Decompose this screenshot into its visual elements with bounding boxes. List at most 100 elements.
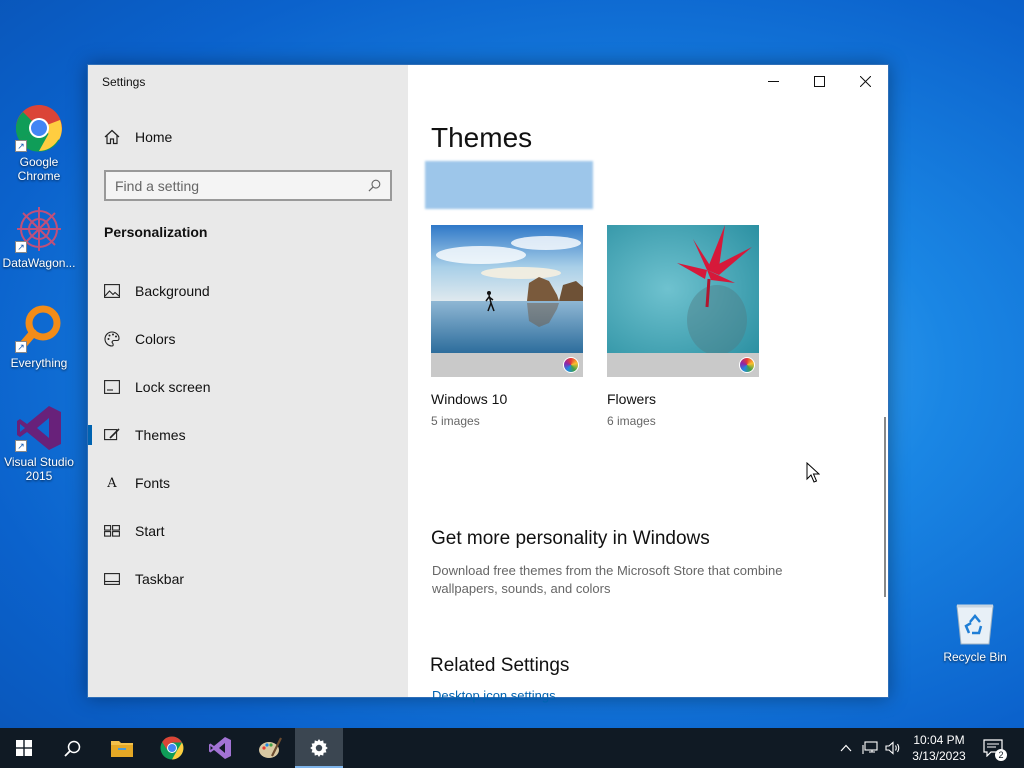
more-personality-heading: Get more personality in Windows xyxy=(431,528,710,549)
theme-card-windows-10[interactable]: Windows 10 5 images xyxy=(431,225,583,428)
settings-window: Settings Home Find a setting Personaliza… xyxy=(87,64,889,703)
action-center-button[interactable]: 2 xyxy=(982,738,1007,761)
sidebar-item-start[interactable]: Start xyxy=(88,509,408,553)
desktop-icon-label: Everything xyxy=(10,356,68,370)
sidebar-item-lock-screen[interactable]: Lock screen xyxy=(88,365,408,409)
network-tray-button[interactable] xyxy=(860,738,880,758)
palette-icon xyxy=(104,331,120,347)
taskbar-visual-studio[interactable] xyxy=(196,728,244,768)
font-icon: A xyxy=(107,475,117,491)
sidebar-item-background[interactable]: Background xyxy=(88,269,408,313)
shortcut-arrow-icon: ↗ xyxy=(15,440,27,452)
settings-gear-icon xyxy=(310,739,328,757)
start-icon xyxy=(16,740,32,756)
visual-studio-icon: ↗ xyxy=(15,404,63,452)
find-setting-search[interactable]: Find a setting xyxy=(104,170,392,201)
clock-date: 3/13/2023 xyxy=(912,749,966,763)
picture-icon xyxy=(104,283,120,299)
desktop-icon-label: Google xyxy=(19,155,59,169)
color-wheel-icon xyxy=(563,357,579,373)
color-wheel-icon xyxy=(739,357,755,373)
start-grid-icon xyxy=(104,523,120,539)
desktop-icon-chrome[interactable]: ↗ Google Chrome xyxy=(0,104,78,183)
sidebar-home-label: Home xyxy=(135,129,173,145)
desktop-icon-label: DataWagon... xyxy=(2,256,76,270)
theme-card-flowers[interactable]: Flowers 6 images xyxy=(607,225,759,428)
desktop-icon-everything[interactable]: ↗ Everything xyxy=(0,305,78,370)
settings-content: Themes Windows 10 5 images Flowers 6 ima… xyxy=(408,65,888,703)
content-scrollbar[interactable] xyxy=(884,417,886,597)
taskbar-search-button[interactable] xyxy=(48,728,96,768)
sidebar-item-label: Taskbar xyxy=(135,571,185,587)
lock-screen-icon xyxy=(104,379,120,395)
settings-sidebar: Settings Home Find a setting Personaliza… xyxy=(88,65,408,697)
chrome-icon xyxy=(160,736,184,760)
sidebar-item-label: Fonts xyxy=(135,475,171,491)
desktop-icon-label: Chrome xyxy=(17,169,61,183)
sidebar-item-label: Themes xyxy=(135,427,186,443)
search-input[interactable]: Find a setting xyxy=(115,178,368,194)
desktop-icon-label: 2015 xyxy=(25,469,53,483)
themes-brush-icon xyxy=(104,427,120,443)
recycle-bin-label: Recycle Bin xyxy=(943,650,1007,664)
theme-image-count: 5 images xyxy=(431,414,480,428)
file-explorer-icon xyxy=(111,741,133,757)
taskbar-icon xyxy=(104,571,120,587)
clock-time: 10:04 PM xyxy=(913,733,965,747)
sidebar-item-colors[interactable]: Colors xyxy=(88,317,408,361)
close-icon xyxy=(859,75,871,87)
maximize-icon xyxy=(813,75,825,87)
desktop-icon-visual-studio[interactable]: ↗ Visual Studio 2015 xyxy=(0,404,78,483)
search-icon xyxy=(63,740,80,757)
sidebar-item-label: Background xyxy=(135,283,210,299)
close-button[interactable] xyxy=(842,65,888,97)
taskbar-chrome[interactable] xyxy=(148,728,196,768)
sidebar-item-themes[interactable]: Themes xyxy=(88,413,408,457)
taskbar-settings[interactable] xyxy=(295,728,343,768)
paint-icon xyxy=(259,737,282,758)
page-title: Themes xyxy=(431,122,533,153)
taskbar-file-explorer[interactable] xyxy=(98,728,146,768)
sidebar-item-label: Start xyxy=(135,523,165,539)
sidebar-item-label: Colors xyxy=(135,331,176,347)
desktop-icon-settings-link[interactable]: Desktop icon settings xyxy=(432,688,556,703)
sidebar-item-taskbar[interactable]: Taskbar xyxy=(88,557,408,601)
start-button[interactable] xyxy=(0,728,48,768)
selected-theme-preview[interactable] xyxy=(425,161,593,209)
taskbar-paint[interactable] xyxy=(246,728,294,768)
notification-count-badge: 2 xyxy=(995,749,1007,761)
volume-icon xyxy=(885,741,900,755)
beach-image xyxy=(431,225,583,353)
shortcut-arrow-icon: ↗ xyxy=(15,241,27,253)
maximize-button[interactable] xyxy=(796,65,842,97)
related-settings-heading: Related Settings xyxy=(430,655,570,676)
visual-studio-icon xyxy=(209,737,231,759)
chrome-icon: ↗ xyxy=(15,104,63,152)
datawagon-icon: ↗ xyxy=(15,205,63,253)
home-icon xyxy=(104,129,120,145)
minimize-icon xyxy=(767,80,779,82)
desktop-icon-datawagon[interactable]: ↗ DataWagon... xyxy=(0,205,78,270)
theme-image-count: 6 images xyxy=(607,414,656,428)
theme-name: Windows 10 xyxy=(431,391,508,407)
minimize-button[interactable] xyxy=(750,65,796,97)
theme-thumbnail xyxy=(431,225,583,377)
desktop-icon-label: Visual Studio xyxy=(4,455,74,469)
taskbar-clock[interactable]: 10:04 PM 3/13/2023 xyxy=(902,732,976,764)
desktop-icon-recycle-bin[interactable]: Recycle Bin xyxy=(938,600,1012,664)
chevron-up-icon xyxy=(840,744,852,752)
show-hidden-icons-button[interactable] xyxy=(836,738,856,758)
search-icon xyxy=(368,179,381,192)
taskbar: 10:04 PM 3/13/2023 2 xyxy=(0,728,1024,768)
sidebar-home[interactable]: Home xyxy=(104,129,172,145)
section-title: Personalization xyxy=(104,224,208,240)
theme-color-strip xyxy=(431,353,583,377)
window-title: Settings xyxy=(102,75,146,89)
theme-color-strip xyxy=(607,353,759,377)
network-icon xyxy=(862,741,878,754)
theme-name: Flowers xyxy=(607,391,657,407)
sidebar-item-fonts[interactable]: A Fonts xyxy=(88,461,408,505)
theme-thumbnail xyxy=(607,225,759,377)
more-personality-description: Download free themes from the Microsoft … xyxy=(432,563,783,596)
volume-tray-button[interactable] xyxy=(883,738,903,758)
